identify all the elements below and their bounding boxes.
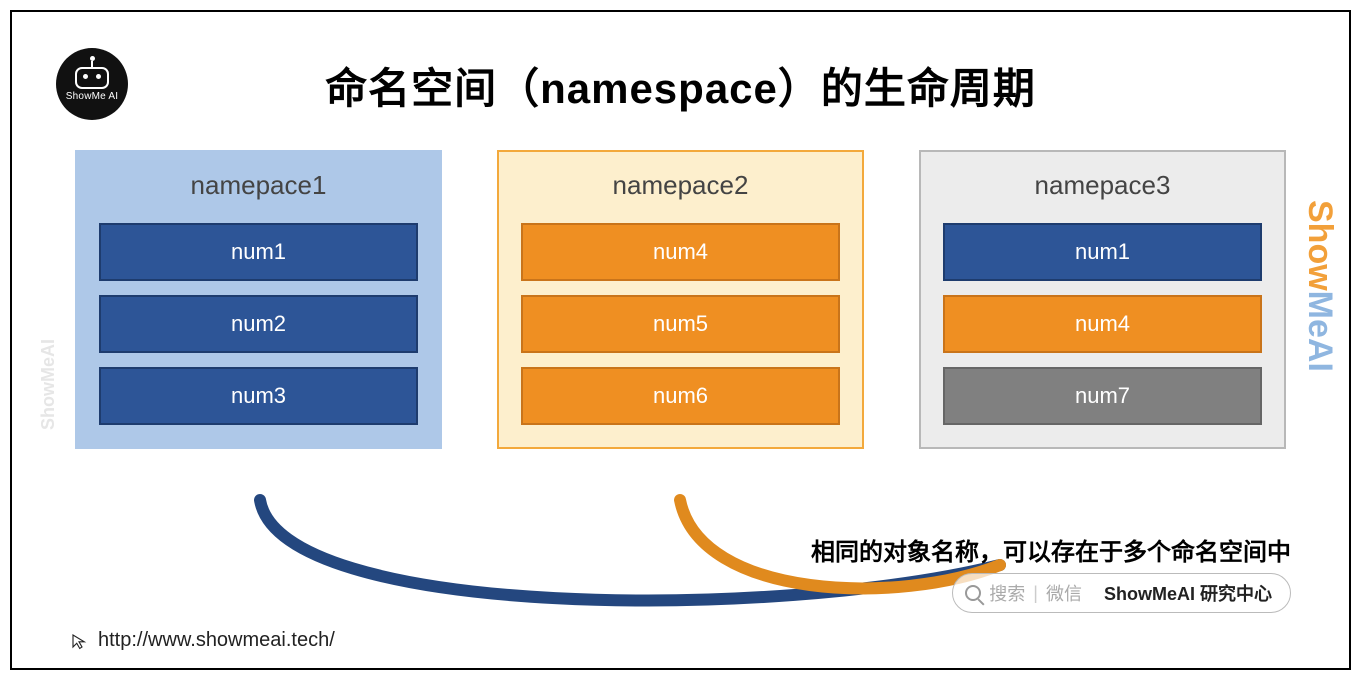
namespace-item: num1 bbox=[99, 223, 418, 281]
namespace-item: num4 bbox=[943, 295, 1262, 353]
item-label: num3 bbox=[231, 383, 286, 409]
namespace-box-1: namepace1 num1 num2 num3 bbox=[75, 150, 442, 449]
separator: | bbox=[1033, 583, 1038, 604]
namespace-item: num4 bbox=[521, 223, 840, 281]
footer-url-text: http://www.showmeai.tech/ bbox=[98, 629, 335, 652]
item-label: num4 bbox=[653, 239, 708, 265]
item-label: num2 bbox=[231, 311, 286, 337]
namespace-item: num7 bbox=[943, 367, 1262, 425]
item-label: num7 bbox=[1075, 383, 1130, 409]
search-pill[interactable]: 搜索 | 微信 ShowMeAI 研究中心 bbox=[952, 573, 1291, 613]
watermark-left: ShowMeAI bbox=[38, 339, 59, 430]
item-label: num1 bbox=[1075, 239, 1130, 265]
namespace-title: namepace2 bbox=[521, 170, 840, 201]
watermark-right: ShowMeAI bbox=[1300, 200, 1339, 372]
item-label: num6 bbox=[653, 383, 708, 409]
namespace-item: num2 bbox=[99, 295, 418, 353]
search-icon bbox=[965, 585, 981, 601]
wechat-label: 微信 bbox=[1046, 580, 1082, 606]
namespace-box-3: namepace3 num1 num4 num7 bbox=[919, 150, 1286, 449]
item-label: num4 bbox=[1075, 311, 1130, 337]
item-label: num5 bbox=[653, 311, 708, 337]
caption-text: 相同的对象名称，可以存在于多个命名空间中 bbox=[811, 532, 1291, 567]
brand-label: ShowMeAI 研究中心 bbox=[1104, 580, 1272, 606]
cursor-icon bbox=[70, 630, 88, 652]
page-title: 命名空间（namespace）的生命周期 bbox=[0, 55, 1361, 116]
namespace-boxes: namepace1 num1 num2 num3 namepace2 num4 … bbox=[75, 150, 1286, 449]
search-label: 搜索 bbox=[989, 580, 1025, 606]
namespace-title: namepace3 bbox=[943, 170, 1262, 201]
item-label: num1 bbox=[231, 239, 286, 265]
namespace-item: num1 bbox=[943, 223, 1262, 281]
namespace-item: num3 bbox=[99, 367, 418, 425]
footer-link[interactable]: http://www.showmeai.tech/ bbox=[70, 629, 335, 652]
namespace-item: num5 bbox=[521, 295, 840, 353]
namespace-title: namepace1 bbox=[99, 170, 418, 201]
namespace-box-2: namepace2 num4 num5 num6 bbox=[497, 150, 864, 449]
namespace-item: num6 bbox=[521, 367, 840, 425]
